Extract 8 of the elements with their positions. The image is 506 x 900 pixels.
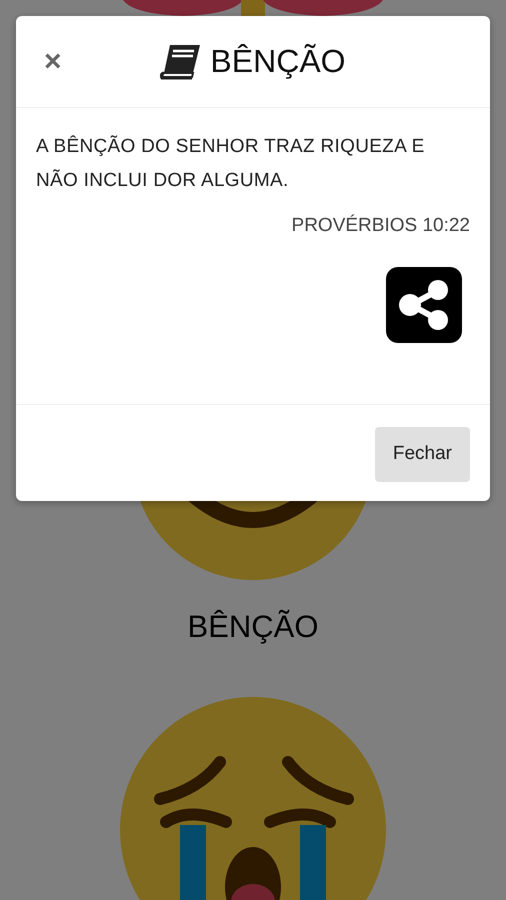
close-button[interactable]: Fechar [374,427,470,482]
book-icon [160,44,202,80]
share-icon[interactable] [386,266,462,342]
verse-text: A BÊNÇÃO DO SENHOR TRAZ RIQUEZA E NÃO INCLUI DOR ALGUMA. [36,134,426,193]
modal-title: BÊNÇÃO [210,44,346,80]
emoji-label: BÊNÇÃO [188,608,318,646]
verse-reference: PROVÉRBIOS 10:22 [292,215,470,236]
close-button[interactable]: × [44,48,62,76]
